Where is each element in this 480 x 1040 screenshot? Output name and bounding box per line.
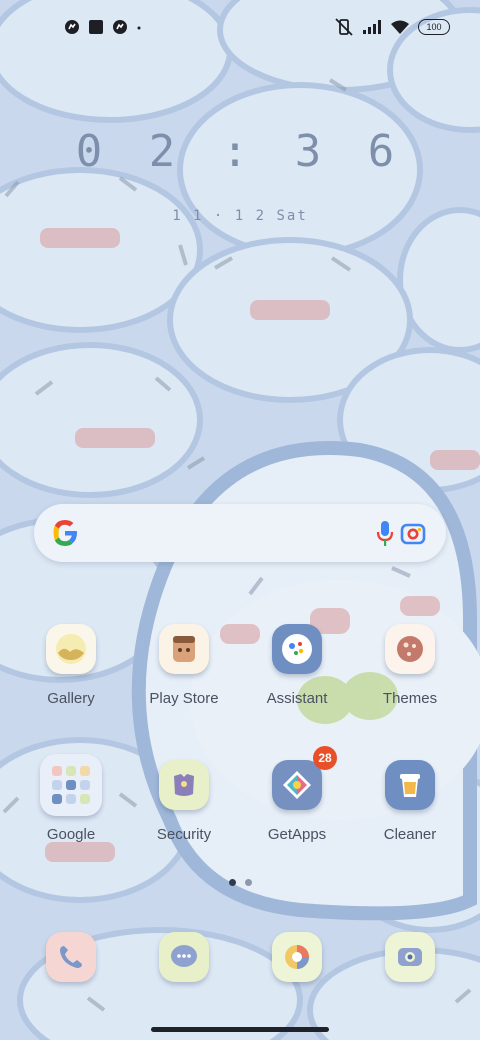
gallery-icon: [46, 624, 96, 674]
getapps-icon: 28: [272, 746, 337, 810]
play-store-icon: [159, 624, 209, 674]
vibrate-off-icon: [335, 18, 353, 36]
app-label: Google: [46, 826, 96, 843]
app-play-store[interactable]: Play Store: [129, 624, 239, 707]
page-dot-1[interactable]: [228, 879, 236, 886]
status-bar: 100: [0, 0, 480, 56]
security-icon: [159, 760, 209, 810]
app-label: Assistant: [266, 690, 328, 707]
app-getapps[interactable]: 28 GetApps: [242, 746, 352, 843]
square-app-icon: [89, 20, 103, 34]
clock-date: 1 1 · 1 2 Sat: [172, 208, 308, 224]
page-dot-2[interactable]: [244, 879, 252, 886]
app-google-folder[interactable]: Google: [16, 754, 126, 843]
google-folder-icon: [40, 754, 102, 816]
app-themes[interactable]: Themes: [355, 624, 465, 707]
app-label: GetApps: [267, 826, 327, 843]
signal-icon: [363, 20, 381, 34]
app-label: Play Store: [149, 690, 219, 707]
system-status-icons: 100: [334, 18, 450, 36]
app-security[interactable]: Security: [129, 760, 239, 843]
app-label: Themes: [382, 690, 438, 707]
dot-icon: [137, 26, 141, 30]
app-label: Gallery: [47, 690, 95, 707]
wifi-icon: [391, 20, 409, 34]
app-cleaner[interactable]: Cleaner: [355, 760, 465, 843]
themes-icon: [385, 624, 435, 674]
notification-badge: 28: [313, 746, 337, 770]
microphone-icon[interactable]: [376, 520, 394, 548]
app-assistant[interactable]: Assistant: [242, 624, 352, 707]
google-g-icon: [53, 520, 77, 546]
notification-icons: [64, 19, 142, 35]
app-label: Security: [156, 826, 212, 843]
dock-phone-icon[interactable]: [46, 932, 96, 982]
dock-camera-icon[interactable]: [385, 932, 435, 982]
battery-indicator: 100: [418, 19, 450, 35]
clock-time[interactable]: 0 2 : 3 6: [0, 126, 480, 177]
messenger-icon: [65, 20, 79, 34]
app-gallery[interactable]: Gallery: [16, 624, 126, 707]
assistant-icon: [272, 624, 322, 674]
dock-messages-icon[interactable]: [159, 932, 209, 982]
messenger-icon: [113, 20, 127, 34]
google-search-bar[interactable]: [34, 504, 446, 562]
gesture-navigation-bar[interactable]: [151, 1027, 329, 1032]
dock-browser-icon[interactable]: [272, 932, 322, 982]
google-lens-icon[interactable]: [399, 520, 427, 548]
app-label: Cleaner: [383, 826, 437, 843]
cleaner-icon: [385, 760, 435, 810]
page-indicator[interactable]: [0, 879, 480, 886]
